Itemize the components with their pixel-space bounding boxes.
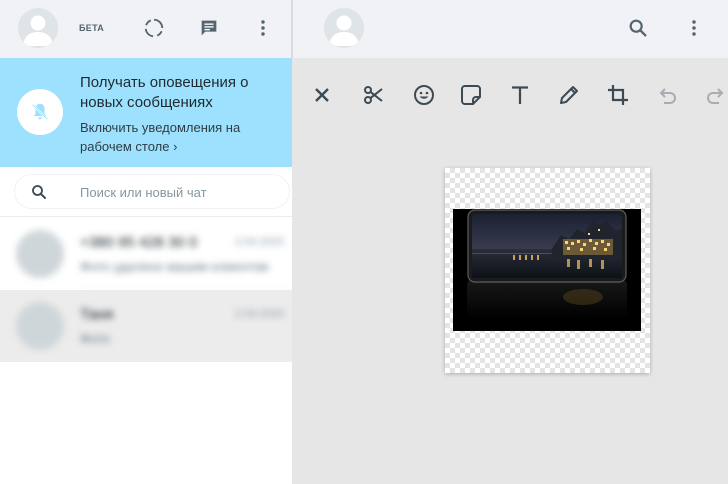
conversation-header	[308, 0, 728, 58]
search-messages-icon[interactable]	[626, 16, 650, 40]
chat-avatar	[16, 302, 64, 350]
crop-icon[interactable]	[605, 82, 631, 108]
contact-avatar[interactable]	[324, 8, 364, 48]
enable-notifications-link[interactable]: Включить уведомления на рабочем столе ›	[80, 118, 285, 156]
chat-preview: Фото	[80, 331, 110, 346]
menu-icon[interactable]	[682, 16, 706, 40]
close-icon[interactable]	[309, 82, 335, 108]
user-silhouette-icon	[324, 8, 364, 48]
chat-time: 2.04.2020	[235, 236, 284, 248]
chat-name: +380 95 428 30 0	[80, 234, 198, 251]
notification-icon-circle	[17, 89, 63, 135]
text-icon[interactable]	[507, 82, 533, 108]
search-icon[interactable]	[30, 183, 48, 201]
notification-title: Получать оповещения о новых сообщениях	[80, 74, 249, 111]
sticker-icon[interactable]	[458, 82, 484, 108]
chat-list-panel: БЕТА Получать оповещения о новых сообщен…	[0, 0, 292, 484]
undo-icon[interactable]	[654, 82, 680, 108]
chat-list-item[interactable]: +380 95 428 30 0 2.04.2020 Фото удалено …	[0, 218, 292, 290]
panel-divider	[292, 0, 308, 58]
search-input[interactable]	[80, 181, 280, 203]
chat-preview: Фото удалено вашим клиентом	[80, 259, 269, 274]
chat-time: 2.04.2020	[235, 308, 284, 320]
redo-icon[interactable]	[703, 82, 728, 108]
pencil-icon[interactable]	[556, 82, 582, 108]
photo-preview	[453, 209, 641, 331]
scissors-icon[interactable]	[361, 82, 387, 108]
profile-avatar[interactable]	[18, 8, 58, 48]
emoji-icon[interactable]	[411, 82, 437, 108]
chat-avatar	[16, 230, 64, 278]
bell-off-icon	[31, 103, 49, 121]
menu-icon[interactable]	[251, 16, 275, 40]
user-silhouette-icon	[18, 8, 58, 48]
new-chat-icon[interactable]	[197, 16, 221, 40]
chat-name: Таня	[80, 306, 114, 323]
beta-badge: БЕТА	[79, 23, 105, 33]
phone-photo-image	[453, 209, 641, 331]
status-icon[interactable]	[142, 16, 166, 40]
chat-list-item[interactable]: Таня 2.04.2020 Фото	[0, 290, 292, 362]
